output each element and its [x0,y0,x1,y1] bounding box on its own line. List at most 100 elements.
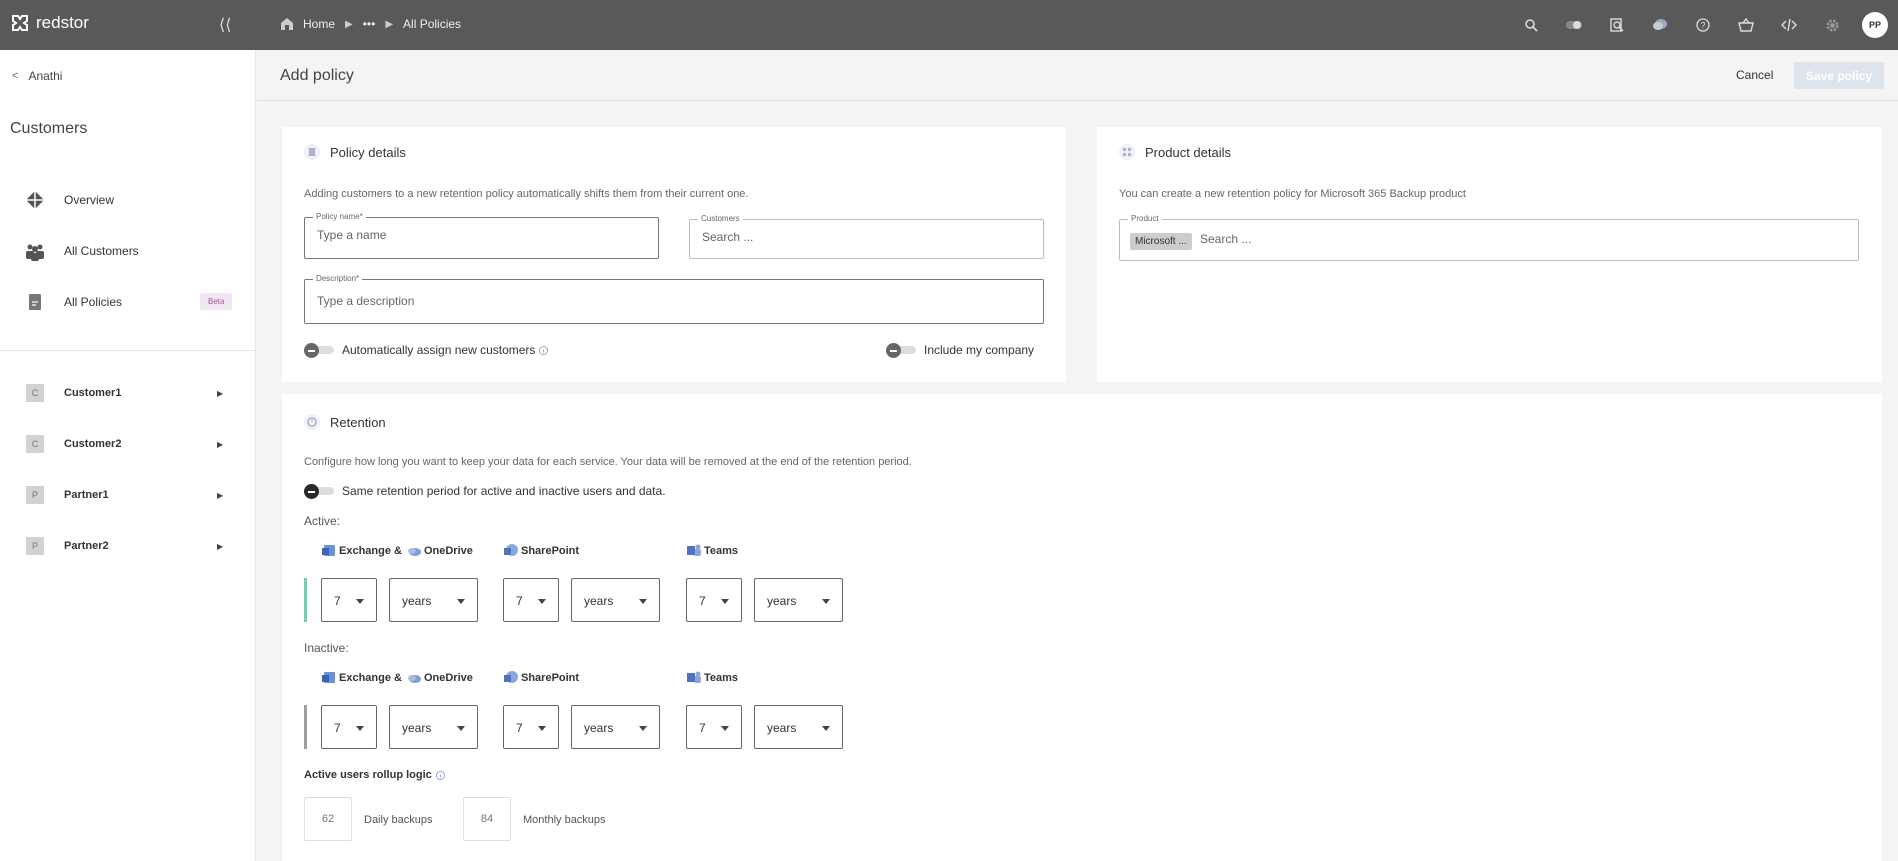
active-teams-unit-select[interactable]: years [754,578,843,622]
home-icon[interactable] [279,16,295,32]
service-name: Exchange & [339,672,402,684]
expand-arrow-icon[interactable]: ▶ [217,389,223,398]
breadcrumb-separator-icon: ▶ [345,18,353,30]
retention-icon [304,414,320,430]
product-chip[interactable]: Microsoft ... [1130,233,1192,250]
product-details-title: Product details [1145,144,1231,160]
policy-name-field[interactable]: Policy name* [304,212,659,259]
product-details-card: Product details You can create a new ret… [1097,127,1882,382]
info-icon[interactable] [539,345,549,355]
select-value: years [402,594,432,608]
customer-label: Customer2 [64,438,122,450]
monthly-backups-input[interactable] [464,798,510,840]
basket-icon[interactable] [1736,15,1756,35]
search-icon[interactable] [1521,15,1541,35]
save-policy-button[interactable]: Save policy [1794,62,1884,89]
product-field[interactable]: Product Microsoft ... [1119,214,1859,261]
chat-icon[interactable] [1650,15,1670,35]
sidebar: < Anathi Customers Overview All Customer… [0,50,256,861]
cancel-button[interactable]: Cancel [1728,62,1781,88]
toggle-icon[interactable] [1564,15,1584,35]
beta-badge: Beta [200,293,233,310]
expand-arrow-icon[interactable]: ▶ [217,542,223,551]
expand-arrow-icon[interactable]: ▶ [217,491,223,500]
inactive-row-indicator [304,705,307,749]
inactive-sharepoint-unit-select[interactable]: years [571,705,660,749]
sidebar-divider [0,350,256,351]
include-company-toggle[interactable] [886,343,916,358]
customers-label: Customers [698,214,743,223]
select-value: 7 [699,594,706,608]
inactive-exchange-unit-select[interactable]: years [389,705,478,749]
active-exchange-amount-select[interactable]: 7 [321,578,377,622]
expand-arrow-icon[interactable]: ▶ [217,440,223,449]
inactive-teams-unit-select[interactable]: years [754,705,843,749]
inactive-sharepoint-header: SharePoint [503,670,579,686]
active-exchange-unit-select[interactable]: years [389,578,478,622]
breadcrumb-ellipsis[interactable]: ••• [363,17,376,31]
inactive-exchange-amount-select[interactable]: 7 [321,705,377,749]
daily-backups-label: Daily backups [364,814,433,826]
customer-initial: C [26,384,44,402]
auto-assign-label: Automatically assign new customers [342,343,536,357]
back-link-label: Anathi [28,69,63,83]
service-name: Teams [704,545,739,557]
description-input[interactable] [317,294,1031,308]
dropdown-caret-icon [822,599,830,604]
help-icon[interactable]: ? [1693,15,1713,35]
sidebar-item-all-customers[interactable]: All Customers [24,237,234,265]
same-period-toggle[interactable] [304,484,334,499]
sidebar-customer-partner1[interactable]: P Partner1 ▶ [26,484,226,506]
svg-text:?: ? [1700,21,1705,31]
policy-details-card: Policy details Adding customers to a new… [282,127,1066,382]
monthly-backups-field[interactable] [463,797,511,841]
dropdown-caret-icon [721,726,729,731]
description-field[interactable]: Description* [304,274,1044,324]
customers-field[interactable]: Customers [689,214,1044,259]
info-icon[interactable] [435,770,445,780]
exchange-icon [322,672,335,683]
sidebar-item-label: Overview [64,193,115,207]
back-link[interactable]: < Anathi [12,69,62,83]
active-sharepoint-unit-select[interactable]: years [571,578,660,622]
sidebar-item-overview[interactable]: Overview [24,186,234,214]
active-sharepoint-amount-select[interactable]: 7 [503,578,559,622]
sidebar-item-label: All Policies [64,295,123,309]
sidebar-customer-partner2[interactable]: P Partner2 ▶ [26,535,226,557]
customers-search-input[interactable] [702,230,1031,244]
user-avatar[interactable]: PP [1862,12,1888,38]
service-name: Teams [704,672,739,684]
toggle-knob [304,484,319,499]
dropdown-caret-icon [639,599,647,604]
toggle-knob [886,343,901,358]
brand-logo[interactable]: redstor [10,13,89,33]
inactive-teams-amount-select[interactable]: 7 [686,705,742,749]
collapse-sidebar-icon[interactable]: ⟨⟨ [219,15,231,35]
daily-backups-field[interactable] [304,797,352,841]
breadcrumb-home[interactable]: Home [303,17,335,31]
auto-assign-toggle[interactable] [304,343,334,358]
dropdown-caret-icon [356,599,364,604]
daily-backups-input[interactable] [305,798,351,840]
sidebar-item-all-policies[interactable]: All Policies Beta [24,288,234,316]
select-value: years [402,721,432,735]
product-details-hint: You can create a new retention policy fo… [1119,188,1466,200]
product-search-input[interactable] [1200,232,1800,246]
active-row-indicator [304,578,307,622]
brand-name: redstor [36,13,89,32]
same-period-label: Same retention period for active and ina… [342,484,666,498]
code-icon[interactable] [1779,15,1799,35]
active-teams-amount-select[interactable]: 7 [686,578,742,622]
sidebar-customer-customer2[interactable]: C Customer2 ▶ [26,433,226,455]
redstor-logo-icon [12,15,28,31]
inspect-icon[interactable] [1607,15,1627,35]
rollup-label: Active users rollup logic [304,769,432,781]
breadcrumb-current: All Policies [403,17,462,31]
sidebar-customer-customer1[interactable]: C Customer1 ▶ [26,382,226,404]
select-value: years [584,594,614,608]
inactive-sharepoint-amount-select[interactable]: 7 [503,705,559,749]
gear-icon[interactable] [1822,15,1842,35]
customer-label: Customer1 [64,387,122,399]
policy-details-hint: Adding customers to a new retention poli… [304,188,749,200]
policy-name-input[interactable] [317,228,646,242]
